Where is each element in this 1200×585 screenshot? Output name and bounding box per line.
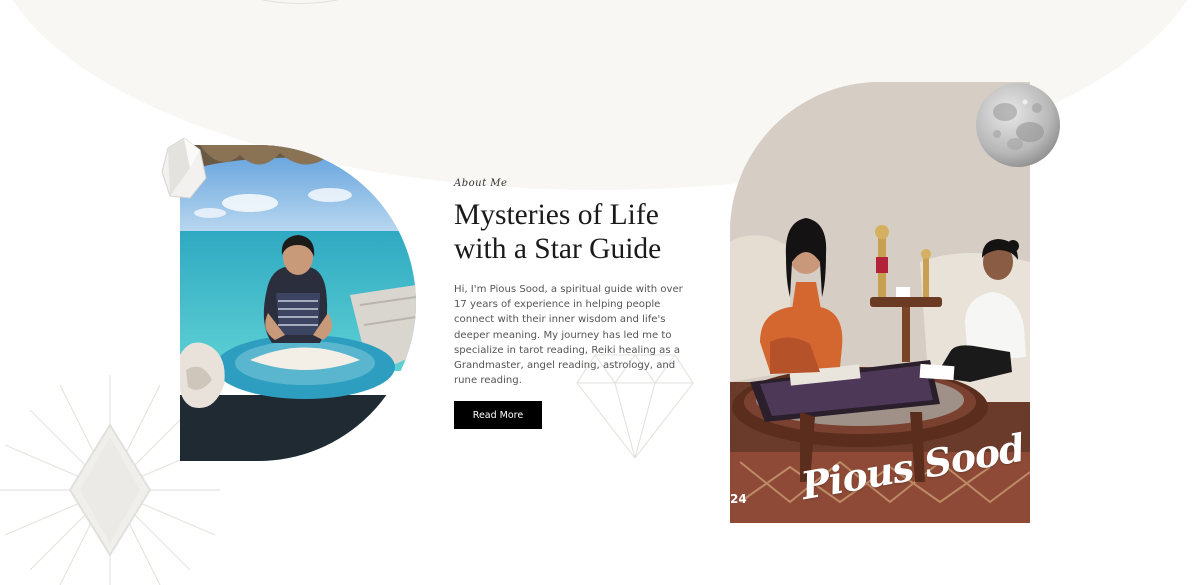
about-section: About Me Mysteries of Life with a Star G… — [454, 178, 694, 430]
section-heading: Mysteries of Life with a Star Guide — [454, 198, 694, 266]
heading-line-1: Mysteries of Life — [454, 199, 659, 231]
eyebrow-label: About Me — [454, 178, 508, 189]
portrait-photo-left — [180, 145, 416, 461]
corner-text: 24 — [730, 492, 747, 506]
about-paragraph: Hi, I'm Pious Sood, a spiritual guide wi… — [454, 284, 683, 387]
heading-line-2: with a Star Guide — [454, 233, 662, 265]
moon-icon — [976, 83, 1060, 167]
crystal-icon — [161, 138, 207, 199]
read-more-button[interactable]: Read More — [454, 401, 542, 430]
